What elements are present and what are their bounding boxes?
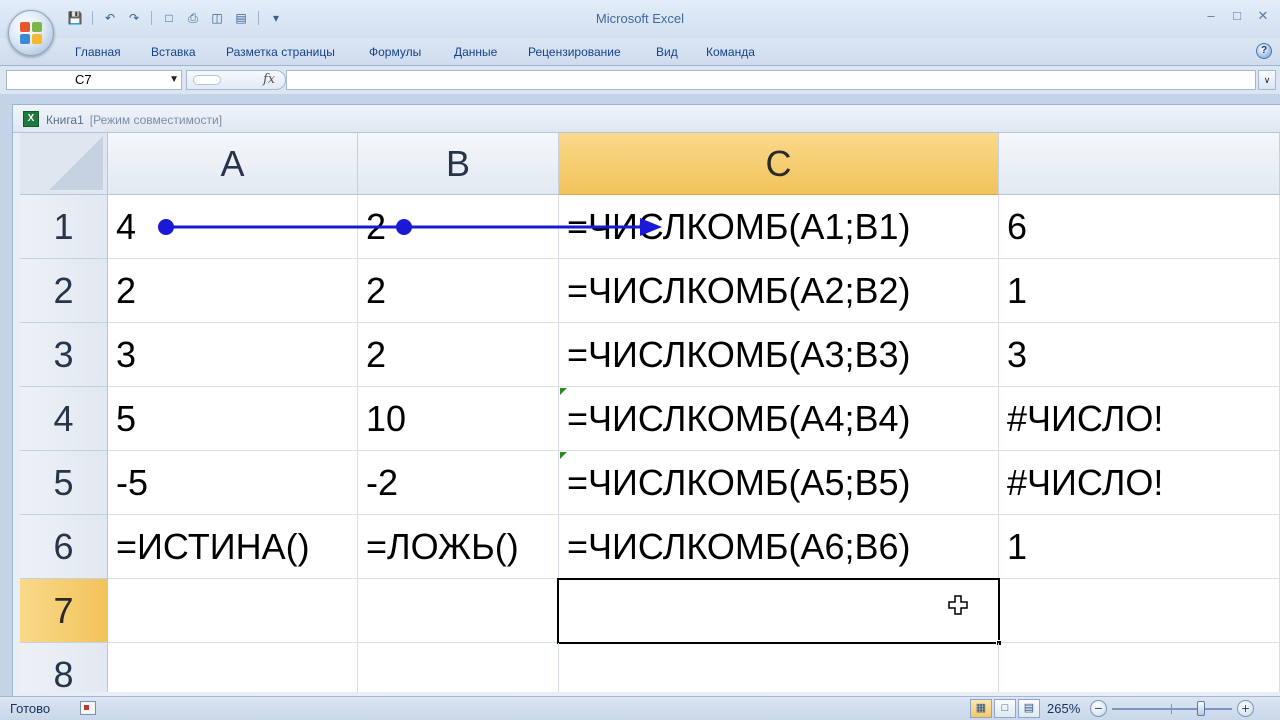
- error-indicator-icon[interactable]: [560, 452, 567, 459]
- row-header-2[interactable]: 2: [20, 259, 108, 323]
- cell-c3[interactable]: =ЧИСЛКОМБ(A3;B3): [559, 323, 999, 387]
- row-header-7[interactable]: 7: [20, 579, 108, 643]
- cell-c5-text: =ЧИСЛКОМБ(A5;B5): [567, 462, 911, 503]
- tab-home[interactable]: Главная: [75, 45, 121, 59]
- cell-a3[interactable]: 3: [108, 323, 358, 387]
- office-logo-icon: [20, 22, 44, 46]
- cell-b4[interactable]: 10: [358, 387, 559, 451]
- select-all-button[interactable]: [20, 133, 108, 195]
- column-header-a[interactable]: A: [108, 133, 358, 195]
- tab-view[interactable]: Вид: [656, 45, 678, 59]
- cell-c8[interactable]: [559, 643, 999, 692]
- compatibility-mode-label: [Режим совместимости]: [89, 113, 223, 127]
- row-header-3[interactable]: 3: [20, 323, 108, 387]
- expand-formula-bar-button[interactable]: ∨: [1258, 70, 1276, 90]
- cell-d7[interactable]: [1001, 579, 1280, 643]
- cell-d4[interactable]: #ЧИСЛО!: [999, 387, 1280, 451]
- cell-b2[interactable]: 2: [358, 259, 559, 323]
- tab-team[interactable]: Команда: [706, 45, 755, 59]
- row-header-4[interactable]: 4: [20, 387, 108, 451]
- cell-c6[interactable]: =ЧИСЛКОМБ(A6;B6): [559, 515, 999, 579]
- workbook-title: Книга1 [Режим совместимости]: [46, 113, 222, 127]
- row-header-8[interactable]: 8: [20, 643, 108, 692]
- formula-bar: C7 ▼ fx ∨: [0, 66, 1280, 94]
- zoom-out-button[interactable]: −: [1090, 700, 1107, 717]
- cell-c4[interactable]: =ЧИСЛКОМБ(A4;B4): [559, 387, 999, 451]
- cell-d1[interactable]: 6: [999, 195, 1280, 259]
- cell-d6[interactable]: 1: [999, 515, 1280, 579]
- cell-b8[interactable]: [358, 643, 559, 692]
- workbook-titlebar: X Книга1 [Режим совместимости]: [13, 105, 1280, 133]
- cell-d2[interactable]: 1: [999, 259, 1280, 323]
- cell-c1[interactable]: =ЧИСЛКОМБ(A1;B1): [559, 195, 999, 259]
- row-header-6[interactable]: 6: [20, 515, 108, 579]
- cell-a4[interactable]: 5: [108, 387, 358, 451]
- cross-cursor-icon: [948, 595, 968, 615]
- cell-a5[interactable]: -5: [108, 451, 358, 515]
- cell-c2[interactable]: =ЧИСЛКОМБ(A2;B2): [559, 259, 999, 323]
- column-header-c[interactable]: C: [559, 133, 999, 195]
- cell-d8[interactable]: [999, 643, 1280, 692]
- zoom-slider-track[interactable]: [1112, 708, 1232, 710]
- cell-b1[interactable]: 2: [358, 195, 559, 259]
- tab-review[interactable]: Рецензирование: [528, 45, 621, 59]
- row-header-5[interactable]: 5: [20, 451, 108, 515]
- page-break-view-icon[interactable]: ▤: [1018, 699, 1040, 718]
- formula-input[interactable]: [286, 70, 1256, 90]
- excel-window: 💾 ↶ ↷ □ ⎙ ◫ ▤ ▾ Microsoft Excel – □ ✕ Гл…: [0, 0, 1280, 720]
- name-box-value: C7: [75, 72, 92, 87]
- status-ready: Готово: [10, 701, 51, 716]
- name-box[interactable]: C7 ▼: [6, 70, 182, 90]
- tab-page-layout[interactable]: Разметка страницы: [226, 45, 335, 59]
- ribbon-tabs: Главная Вставка Разметка страницы Формул…: [0, 38, 1280, 66]
- cell-b5[interactable]: -2: [358, 451, 559, 515]
- zoom-level[interactable]: 265%: [1047, 701, 1080, 716]
- zoom-slider-midmark: [1171, 704, 1172, 714]
- column-header-d[interactable]: [999, 133, 1280, 195]
- select-all-triangle: [49, 136, 103, 190]
- zoom-in-button[interactable]: +: [1237, 700, 1254, 717]
- cell-b3[interactable]: 2: [358, 323, 559, 387]
- cell-b7[interactable]: [358, 579, 559, 643]
- view-buttons: ▦ □ ▤: [970, 699, 1040, 718]
- row-header-1[interactable]: 1: [20, 195, 108, 259]
- excel-file-icon: X: [23, 111, 39, 127]
- window-title: Microsoft Excel: [595, 11, 685, 26]
- error-indicator-icon[interactable]: [560, 388, 567, 395]
- cell-c4-text: =ЧИСЛКОМБ(A4;B4): [567, 398, 911, 439]
- cell-b6[interactable]: =ЛОЖЬ(): [358, 515, 559, 579]
- restore-icon[interactable]: □: [1230, 8, 1244, 24]
- chevron-down-icon[interactable]: ▼: [169, 71, 179, 89]
- formula-buttons: fx: [186, 70, 286, 90]
- tab-insert[interactable]: Вставка: [151, 45, 196, 59]
- tab-data[interactable]: Данные: [454, 45, 497, 59]
- close-icon[interactable]: ✕: [1256, 8, 1270, 24]
- formula-resize-handle[interactable]: [193, 75, 221, 85]
- normal-view-icon[interactable]: ▦: [970, 699, 992, 718]
- workbook-name: Книга1: [46, 113, 84, 127]
- cell-a8[interactable]: [108, 643, 358, 692]
- cell-d5[interactable]: #ЧИСЛО!: [999, 451, 1280, 515]
- office-button[interactable]: [8, 10, 54, 56]
- cell-a6[interactable]: =ИСТИНА(): [108, 515, 358, 579]
- minimize-icon[interactable]: –: [1204, 8, 1218, 24]
- cell-a2[interactable]: 2: [108, 259, 358, 323]
- page-layout-view-icon[interactable]: □: [994, 699, 1016, 718]
- cell-d3[interactable]: 3: [999, 323, 1280, 387]
- column-header-b[interactable]: B: [358, 133, 559, 195]
- status-bar: Готово ▦ □ ▤ 265% − +: [0, 696, 1280, 720]
- help-icon[interactable]: ?: [1256, 43, 1272, 59]
- cell-a7[interactable]: [108, 579, 358, 643]
- cell-c5[interactable]: =ЧИСЛКОМБ(A5;B5): [559, 451, 999, 515]
- tab-formulas[interactable]: Формулы: [369, 45, 421, 59]
- worksheet-grid: A B C 1 2 3 4 5 6 7 8 4 2 =ЧИСЛКОМБ(A1;B…: [20, 133, 1280, 692]
- insert-function-icon[interactable]: fx: [263, 72, 275, 87]
- cell-c7-selected[interactable]: [557, 578, 1000, 644]
- macro-record-icon[interactable]: [80, 701, 96, 715]
- cell-a1[interactable]: 4: [108, 195, 358, 259]
- title-bar: 💾 ↶ ↷ □ ⎙ ◫ ▤ ▾ Microsoft Excel – □ ✕: [0, 0, 1280, 38]
- zoom-slider-thumb[interactable]: [1197, 701, 1205, 716]
- window-controls: – □ ✕: [1204, 8, 1270, 24]
